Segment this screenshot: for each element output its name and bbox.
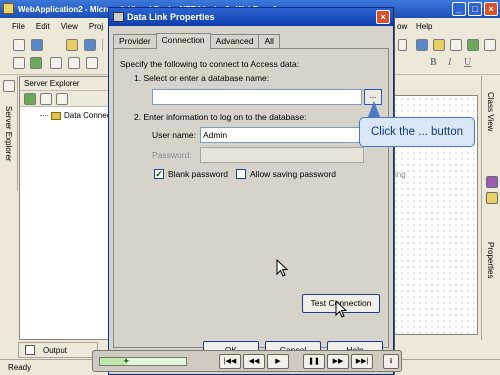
allow-saving-password-checkbox[interactable] xyxy=(236,169,246,179)
allow-saving-password-label: Allow saving password xyxy=(250,169,336,179)
dialog-close-button[interactable]: × xyxy=(376,10,390,24)
connection-panel: Specify the following to connect to Acce… xyxy=(113,48,389,348)
app-icon xyxy=(3,3,14,14)
step1-label: 1. Select or enter a database name: xyxy=(134,73,270,83)
design-text-fragment: ing xyxy=(395,170,406,179)
intro-text: Specify the following to connect to Acce… xyxy=(120,59,300,69)
open-icon[interactable] xyxy=(66,39,78,51)
menu-help[interactable]: Help xyxy=(416,22,432,31)
dialog-tabs: Provider Connection Advanced All xyxy=(113,32,280,49)
dropdown-arrow-icon[interactable] xyxy=(398,39,407,51)
database-icon xyxy=(51,111,61,120)
toolbar-icon-3[interactable] xyxy=(50,57,62,69)
rewind-start-button[interactable]: |◀◀ xyxy=(219,354,241,369)
right-tool-strip: Class View Properties xyxy=(481,76,500,340)
callout-pointer xyxy=(368,101,380,117)
menu-view[interactable]: View xyxy=(61,22,78,31)
info-icon: i xyxy=(390,357,392,365)
step2-label: 2. Enter information to log on to the da… xyxy=(134,112,307,122)
properties-icon[interactable] xyxy=(486,192,498,204)
maximize-button[interactable]: □ xyxy=(468,2,482,16)
bold-icon[interactable]: B xyxy=(430,57,437,68)
properties-tab[interactable]: Properties xyxy=(486,242,495,278)
toolbar-icon-10[interactable] xyxy=(484,39,496,51)
menu-window[interactable]: ow xyxy=(397,22,407,31)
play-icon: ▶ xyxy=(275,358,281,365)
dialog-title: Data Link Properties xyxy=(127,12,215,22)
left-tool-strip: Server Explorer xyxy=(0,76,18,191)
output-icon xyxy=(25,345,35,355)
callout-text: Click the ... button xyxy=(370,126,464,138)
menu-edit[interactable]: Edit xyxy=(36,22,50,31)
database-name-input[interactable] xyxy=(152,89,362,105)
progress-thumb-icon[interactable]: ✦ xyxy=(122,357,131,366)
server-explorer-title: Server Explorer xyxy=(24,79,80,88)
status-text: Ready xyxy=(8,363,32,372)
tree-node-label: Data Connec xyxy=(64,111,111,120)
toolbox-icon[interactable] xyxy=(3,80,15,92)
toolbar-icon-2[interactable] xyxy=(30,57,42,69)
tab-advanced[interactable]: Advanced xyxy=(209,34,260,48)
refresh-icon[interactable] xyxy=(24,93,36,105)
minimize-button[interactable]: _ xyxy=(452,2,466,16)
pause-button[interactable]: ❚❚ xyxy=(303,354,325,369)
tree-node-data-connections[interactable]: Data Connec xyxy=(40,111,111,120)
rewind-button[interactable]: ◀◀ xyxy=(243,354,265,369)
toolbar-icon-8[interactable] xyxy=(450,39,462,51)
playback-progress[interactable]: ✦ xyxy=(99,357,187,366)
connect-database-icon[interactable] xyxy=(56,93,68,105)
add-item-icon[interactable] xyxy=(31,39,43,51)
tab-connection[interactable]: Connection xyxy=(155,33,211,49)
password-label: Password: xyxy=(152,150,192,160)
close-button[interactable]: × xyxy=(484,2,498,16)
blank-password-label: Blank password xyxy=(168,169,229,179)
stop-icon[interactable] xyxy=(40,93,52,105)
dialog-titlebar: Data Link Properties × xyxy=(109,8,393,26)
italic-icon[interactable]: I xyxy=(448,57,451,68)
mouse-cursor-icon xyxy=(276,259,288,277)
toolbar-icon-5[interactable] xyxy=(86,57,98,69)
tree-line xyxy=(40,115,48,116)
toolbar-icon-6[interactable] xyxy=(416,39,428,51)
server-explorer-side-tab[interactable]: Server Explorer xyxy=(4,106,13,162)
toolbar-icon-9[interactable] xyxy=(467,39,479,51)
class-view-icon[interactable] xyxy=(486,176,498,188)
forward-end-button[interactable]: ▶▶| xyxy=(351,354,373,369)
save-icon[interactable] xyxy=(84,39,96,51)
toolbar-icon-4[interactable] xyxy=(68,57,80,69)
username-input[interactable]: Admin xyxy=(200,127,364,143)
class-view-tab[interactable]: Class View xyxy=(486,92,495,131)
toolbar-icon-7[interactable] xyxy=(433,39,445,51)
mouse-cursor-icon xyxy=(335,300,347,318)
pause-icon: ❚❚ xyxy=(308,358,320,365)
toolbar-icon-1[interactable] xyxy=(13,57,25,69)
new-project-icon[interactable] xyxy=(13,39,25,51)
forward-button[interactable]: ▶▶ xyxy=(327,354,349,369)
info-button[interactable]: i xyxy=(383,354,399,369)
output-label: Output xyxy=(43,345,68,355)
dialog-icon xyxy=(113,12,124,22)
output-tab[interactable]: Output xyxy=(18,342,98,358)
play-button[interactable]: ▶ xyxy=(267,354,289,369)
data-link-properties-dialog: Data Link Properties × Provider Connecti… xyxy=(108,7,394,375)
playback-controls: ✦ |◀◀ ◀◀ ▶ ❚❚ ▶▶ ▶▶| i xyxy=(92,350,402,372)
menu-project[interactable]: Proj xyxy=(89,22,103,31)
blank-password-checkbox[interactable]: ✓ xyxy=(154,169,164,179)
tab-all[interactable]: All xyxy=(258,34,280,48)
instruction-callout: Click the ... button xyxy=(359,117,475,147)
password-input[interactable] xyxy=(200,147,364,163)
underline-icon[interactable]: U xyxy=(464,57,471,68)
username-label: User name: xyxy=(152,130,196,140)
menu-file[interactable]: File xyxy=(12,22,25,31)
tab-provider[interactable]: Provider xyxy=(113,34,157,48)
check-icon: ✓ xyxy=(155,169,163,179)
